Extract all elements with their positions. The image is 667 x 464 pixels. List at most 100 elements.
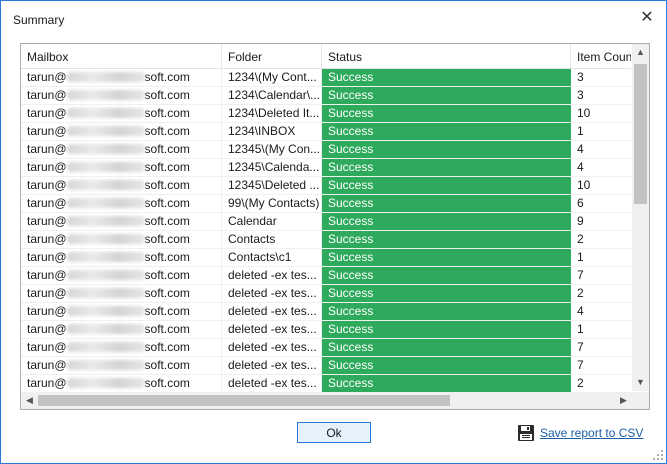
mailbox-cell: tarun@ soft.com bbox=[21, 339, 222, 356]
table-row[interactable]: tarun@ soft.com 99\(My Contacts) Success 6 bbox=[21, 195, 631, 213]
mailbox-cell: tarun@ soft.com bbox=[21, 87, 222, 104]
table-row[interactable]: tarun@ soft.com deleted -ex tes... Success 7 bbox=[21, 357, 631, 375]
mailbox-cell: tarun@ soft.com bbox=[21, 213, 222, 230]
redacted-text bbox=[66, 234, 145, 244]
redacted-text bbox=[66, 108, 145, 118]
mailbox-prefix: tarun@ bbox=[27, 106, 67, 120]
item-count-cell: 3 bbox=[577, 70, 584, 84]
item-count-cell: 10 bbox=[577, 106, 591, 120]
column-header-mailbox[interactable]: Mailbox bbox=[21, 44, 222, 68]
scroll-right-icon[interactable]: ▶ bbox=[615, 392, 632, 409]
table-row[interactable]: tarun@ soft.com deleted -ex tes... Success 4 bbox=[21, 303, 631, 321]
grid-rows: tarun@ soft.com 1234\(My Cont... Success 3 ta… bbox=[21, 69, 631, 409]
status-badge: Success bbox=[322, 69, 571, 86]
column-header-folder[interactable]: Folder bbox=[222, 44, 322, 68]
mailbox-suffix: soft.com bbox=[144, 142, 190, 156]
mailbox-cell: tarun@ soft.com bbox=[21, 375, 222, 392]
mailbox-prefix: tarun@ bbox=[27, 70, 67, 84]
status-badge: Success bbox=[322, 213, 571, 230]
mailbox-cell: tarun@ soft.com bbox=[21, 69, 222, 86]
table-row[interactable]: tarun@ soft.com 1234\(My Cont... Success 3 bbox=[21, 69, 631, 87]
table-row[interactable]: tarun@ soft.com Contacts\c1 Success 1 bbox=[21, 249, 631, 267]
folder-cell: 12345\Calenda... bbox=[222, 159, 322, 176]
column-header-status[interactable]: Status bbox=[322, 44, 571, 68]
ok-button[interactable]: Ok bbox=[297, 422, 371, 443]
mailbox-cell: tarun@ soft.com bbox=[21, 321, 222, 338]
folder-cell: 1234\INBOX bbox=[222, 123, 322, 140]
horizontal-scrollbar[interactable]: ◀ ▶ bbox=[21, 392, 632, 409]
table-row[interactable]: tarun@ soft.com 1234\Calendar\... Success 3 bbox=[21, 87, 631, 105]
vertical-scrollbar[interactable]: ▲ ▼ bbox=[632, 44, 649, 391]
status-badge: Success bbox=[322, 339, 571, 356]
redacted-text bbox=[66, 144, 145, 154]
table-row[interactable]: tarun@ soft.com deleted -ex tes... Success 2 bbox=[21, 375, 631, 393]
mailbox-suffix: soft.com bbox=[144, 340, 190, 354]
folder-cell: Calendar bbox=[222, 213, 322, 230]
redacted-text bbox=[66, 270, 145, 280]
mailbox-suffix: soft.com bbox=[144, 268, 190, 282]
mailbox-suffix: soft.com bbox=[144, 286, 190, 300]
mailbox-prefix: tarun@ bbox=[27, 178, 67, 192]
redacted-text bbox=[66, 72, 145, 82]
table-row[interactable]: tarun@ soft.com Calendar Success 9 bbox=[21, 213, 631, 231]
mailbox-prefix: tarun@ bbox=[27, 322, 67, 336]
close-icon: ✕ bbox=[640, 9, 654, 26]
status-badge: Success bbox=[322, 159, 571, 176]
mailbox-cell: tarun@ soft.com bbox=[21, 123, 222, 140]
status-badge: Success bbox=[322, 285, 571, 302]
folder-cell: deleted -ex tes... bbox=[222, 267, 322, 284]
save-report-label: Save report to CSV bbox=[540, 426, 644, 440]
mailbox-cell: tarun@ soft.com bbox=[21, 105, 222, 122]
column-header-item-count[interactable]: Item Count bbox=[571, 44, 631, 68]
mailbox-suffix: soft.com bbox=[144, 214, 190, 228]
table-row[interactable]: tarun@ soft.com 12345\Deleted ... Success 10 bbox=[21, 177, 631, 195]
item-count-cell: 9 bbox=[577, 214, 584, 228]
mailbox-cell: tarun@ soft.com bbox=[21, 357, 222, 374]
item-count-cell: 1 bbox=[577, 124, 584, 138]
mailbox-prefix: tarun@ bbox=[27, 376, 67, 390]
status-badge: Success bbox=[322, 123, 571, 140]
redacted-text bbox=[66, 324, 145, 334]
table-row[interactable]: tarun@ soft.com 1234\Deleted It... Success 1… bbox=[21, 105, 631, 123]
resize-grip-icon[interactable] bbox=[653, 450, 663, 460]
status-badge: Success bbox=[322, 87, 571, 104]
vertical-scroll-thumb[interactable] bbox=[634, 64, 647, 204]
scroll-up-icon[interactable]: ▲ bbox=[632, 44, 649, 61]
table-row[interactable]: tarun@ soft.com deleted -ex tes... Success 7 bbox=[21, 267, 631, 285]
redacted-text bbox=[66, 90, 145, 100]
table-row[interactable]: tarun@ soft.com deleted -ex tes... Success 7 bbox=[21, 339, 631, 357]
scroll-down-icon[interactable]: ▼ bbox=[632, 374, 649, 391]
redacted-text bbox=[66, 378, 145, 388]
mailbox-suffix: soft.com bbox=[144, 232, 190, 246]
redacted-text bbox=[66, 306, 145, 316]
table-row[interactable]: tarun@ soft.com 1234\INBOX Success 1 bbox=[21, 123, 631, 141]
table-row[interactable]: tarun@ soft.com deleted -ex tes... Success 2 bbox=[21, 285, 631, 303]
redacted-text bbox=[66, 198, 145, 208]
horizontal-scroll-thumb[interactable] bbox=[38, 395, 450, 406]
status-badge: Success bbox=[322, 231, 571, 248]
folder-cell: 12345\Deleted ... bbox=[222, 177, 322, 194]
status-badge: Success bbox=[322, 141, 571, 158]
table-row[interactable]: tarun@ soft.com 12345\Calenda... Success 4 bbox=[21, 159, 631, 177]
redacted-text bbox=[66, 180, 145, 190]
mailbox-suffix: soft.com bbox=[144, 358, 190, 372]
save-report-link[interactable]: Save report to CSV bbox=[517, 424, 643, 442]
close-button[interactable]: ✕ bbox=[638, 9, 656, 27]
scroll-left-icon[interactable]: ◀ bbox=[21, 392, 38, 409]
table-row[interactable]: tarun@ soft.com Contacts Success 2 bbox=[21, 231, 631, 249]
mailbox-cell: tarun@ soft.com bbox=[21, 177, 222, 194]
table-row[interactable]: tarun@ soft.com 12345\(My Con... Success 4 bbox=[21, 141, 631, 159]
folder-cell: deleted -ex tes... bbox=[222, 285, 322, 302]
status-badge: Success bbox=[322, 105, 571, 122]
table-row[interactable]: tarun@ soft.com deleted -ex tes... Success 1 bbox=[21, 321, 631, 339]
folder-cell: 1234\Calendar\... bbox=[222, 87, 322, 104]
mailbox-cell: tarun@ soft.com bbox=[21, 231, 222, 248]
folder-cell: 99\(My Contacts) bbox=[222, 195, 322, 212]
folder-cell: deleted -ex tes... bbox=[222, 303, 322, 320]
grid-header: Mailbox Folder Status Item Count bbox=[21, 44, 631, 69]
item-count-cell: 7 bbox=[577, 268, 584, 282]
redacted-text bbox=[66, 360, 145, 370]
item-count-cell: 2 bbox=[577, 286, 584, 300]
mailbox-prefix: tarun@ bbox=[27, 232, 67, 246]
mailbox-prefix: tarun@ bbox=[27, 124, 67, 138]
